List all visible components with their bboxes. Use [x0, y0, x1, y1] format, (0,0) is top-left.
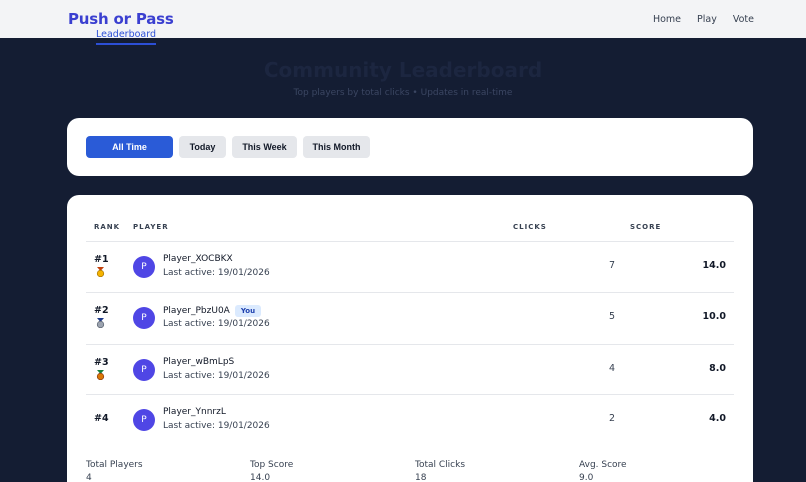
- rank-value: #2: [94, 305, 109, 316]
- gold-medal-icon: [96, 267, 105, 277]
- filter-this-month-button[interactable]: This Month: [303, 136, 370, 158]
- total-clicks-value: 18: [415, 473, 427, 482]
- filter-this-week-button[interactable]: This Week: [232, 136, 297, 158]
- nav-play-link[interactable]: Play: [697, 11, 717, 28]
- page-subtitle: Top players by total clicks • Updates in…: [293, 88, 513, 98]
- avatar: P: [133, 359, 155, 381]
- page-title: Community Leaderboard: [263, 58, 543, 82]
- player-name[interactable]: Player_wBmLpS: [163, 357, 234, 367]
- filter-all-time-button[interactable]: All Time: [86, 136, 173, 158]
- player-name[interactable]: Player_XOCBKX: [163, 254, 233, 264]
- bronze-medal-icon: [96, 370, 105, 380]
- top-score-value: 14.0: [250, 473, 271, 482]
- table-row: #2 P Player_PbzU0A You Last active: 19/0…: [67, 293, 753, 343]
- total-players-label: Total Players: [86, 460, 143, 470]
- rank-header: RANK: [94, 223, 121, 231]
- score-value: 4.0: [709, 413, 726, 424]
- silver-medal-icon: [96, 318, 105, 328]
- clicks-value: 5: [608, 311, 616, 322]
- avg-score-value: 9.0: [579, 473, 594, 482]
- nav-vote-link[interactable]: Vote: [733, 11, 754, 28]
- player-name[interactable]: Player_YnnrzL: [163, 407, 226, 417]
- score-header: SCORE: [630, 223, 662, 231]
- leaderboard-card: RANK PLAYER CLICKS SCORE #1 P Player_XOC…: [67, 195, 753, 482]
- last-active: Last active: 19/01/2026: [163, 371, 270, 381]
- score-value: 10.0: [702, 311, 726, 322]
- avatar: P: [133, 256, 155, 278]
- score-value: 8.0: [709, 363, 726, 374]
- top-score-label: Top Score: [250, 460, 294, 470]
- last-active: Last active: 19/01/2026: [163, 319, 270, 329]
- player-name[interactable]: Player_PbzU0A: [163, 306, 230, 316]
- you-badge: You: [234, 305, 262, 317]
- player-name-group: Player_YnnrzL: [163, 407, 226, 417]
- rank-value: #3: [94, 357, 109, 368]
- avatar: P: [133, 307, 155, 329]
- clicks-value: 4: [608, 363, 616, 374]
- avg-score-label: Avg. Score: [579, 460, 627, 470]
- last-active: Last active: 19/01/2026: [163, 268, 270, 278]
- clicks-header: CLICKS: [513, 223, 547, 231]
- rank-value: #4: [94, 413, 109, 424]
- nav-leaderboard-link[interactable]: Leaderboard: [96, 26, 157, 45]
- total-players-value: 4: [86, 473, 92, 482]
- player-name-group: Player_wBmLpS: [163, 357, 234, 367]
- total-clicks-label: Total Clicks: [415, 460, 466, 470]
- table-row: #1 P Player_XOCBKX Last active: 19/01/20…: [67, 242, 753, 292]
- main-nav: Home Play Vote Leaderboard: [96, 11, 754, 45]
- last-active: Last active: 19/01/2026: [163, 421, 270, 431]
- nav-home-link[interactable]: Home: [653, 11, 681, 28]
- player-name-group: Player_PbzU0A You: [163, 305, 262, 317]
- filter-today-button[interactable]: Today: [179, 136, 226, 158]
- rank-value: #1: [94, 254, 109, 265]
- navbar: Push or Pass Home Play Vote Leaderboard: [0, 0, 806, 45]
- score-value: 14.0: [702, 260, 726, 271]
- table-row: #4 P Player_YnnrzL Last active: 19/01/20…: [67, 395, 753, 445]
- table-row: #3 P Player_wBmLpS Last active: 19/01/20…: [67, 345, 753, 395]
- avatar: P: [133, 409, 155, 431]
- player-name-group: Player_XOCBKX: [163, 254, 233, 264]
- clicks-value: 7: [608, 260, 616, 271]
- player-header: PLAYER: [133, 223, 169, 231]
- clicks-value: 2: [608, 413, 616, 424]
- filter-card: All Time Today This Week This Month: [67, 118, 753, 176]
